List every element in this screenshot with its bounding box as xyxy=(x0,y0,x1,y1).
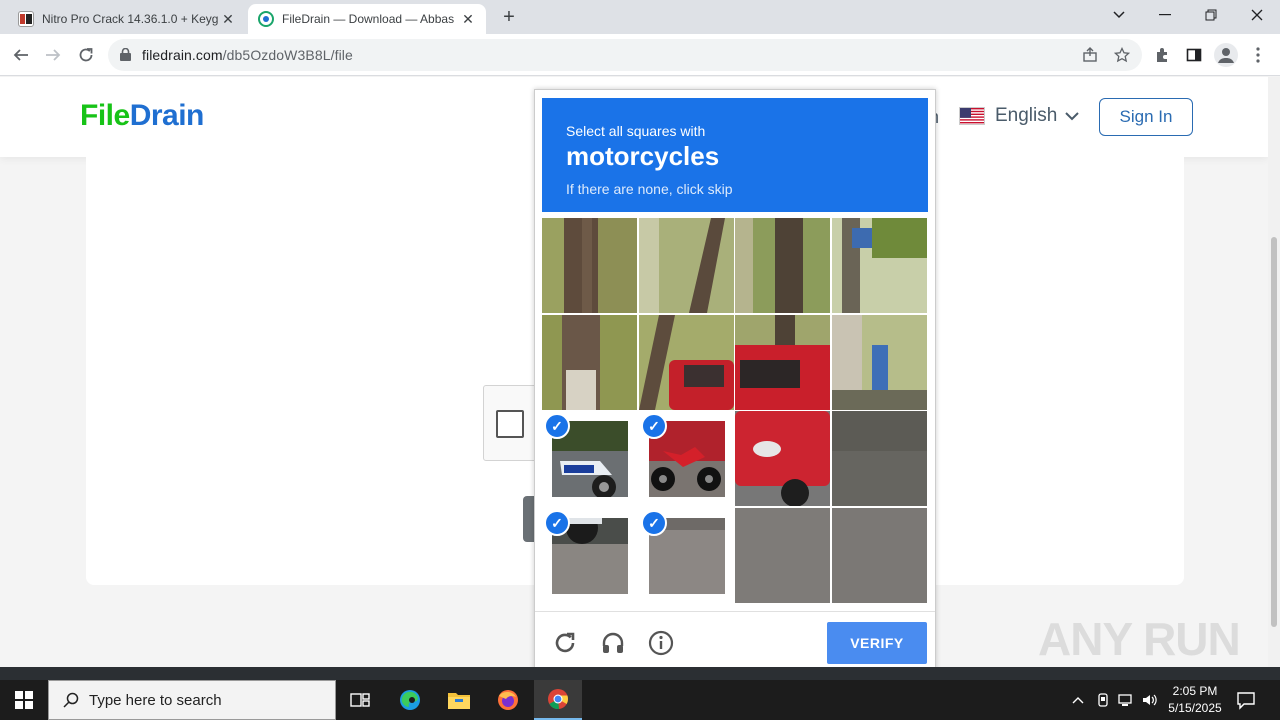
profile-avatar-icon[interactable] xyxy=(1214,43,1238,67)
language-selector[interactable]: English xyxy=(959,105,1080,127)
volume-icon[interactable] xyxy=(1141,691,1159,709)
extensions-icon[interactable] xyxy=(1150,43,1174,67)
tab-filedrain[interactable]: FileDrain — Download — Abbas ✕ xyxy=(248,4,486,34)
target-object-text: motorcycles xyxy=(566,141,720,171)
tab-favicon-icon xyxy=(258,11,274,27)
url-path: /db5OzdoW3B8L/file xyxy=(222,47,353,63)
tray-device-icon[interactable] xyxy=(1094,691,1112,709)
tab-favicon-icon xyxy=(18,11,34,27)
browser-toolbar: filedrain.com/db5OzdoW3B8L/file xyxy=(0,34,1280,76)
anyrun-watermark: ANY RUN xyxy=(1038,613,1241,665)
url-host: filedrain.com xyxy=(142,47,223,63)
filedrain-logo[interactable]: FileDrain xyxy=(80,99,204,133)
verify-button[interactable]: VERIFY xyxy=(827,622,927,664)
logo-part-file: File xyxy=(80,99,130,132)
chrome-icon[interactable] xyxy=(534,680,582,720)
instruction-text: Select all squares with xyxy=(566,123,706,139)
grid-tile[interactable] xyxy=(735,315,830,410)
clock-date: 5/15/2025 xyxy=(1168,701,1222,715)
checkmark-icon: ✓ xyxy=(544,413,570,439)
grid-tile-selected[interactable]: ✓ xyxy=(639,411,734,506)
search-icon xyxy=(63,692,79,708)
search-placeholder: Type here to search xyxy=(89,691,222,709)
notification-icon[interactable] xyxy=(1236,690,1256,710)
tab-strip: Nitro Pro Crack 14.36.1.0 + Keyg ✕ FileD… xyxy=(0,0,1280,34)
reload-icon[interactable] xyxy=(73,42,99,68)
url-text: filedrain.com/db5OzdoW3B8L/file xyxy=(142,47,353,63)
grid-tile[interactable] xyxy=(542,218,637,313)
back-icon[interactable] xyxy=(8,42,34,68)
address-bar[interactable]: filedrain.com/db5OzdoW3B8L/file xyxy=(108,39,1142,71)
checkmark-icon: ✓ xyxy=(641,413,667,439)
windows-logo-icon xyxy=(15,691,33,709)
tab-title: FileDrain — Download — Abbas xyxy=(282,12,455,26)
grid-tile[interactable] xyxy=(735,411,830,506)
captcha-challenge: Select all squares with motorcycles If t… xyxy=(534,89,936,671)
grid-tile-selected[interactable]: ✓ xyxy=(542,508,637,603)
start-button[interactable] xyxy=(0,680,48,720)
system-clock[interactable]: 2:05 PM 5/15/2025 xyxy=(1160,683,1230,717)
skip-hint-text: If there are none, click skip xyxy=(566,181,733,197)
us-flag-icon xyxy=(959,107,985,125)
side-panel-icon[interactable] xyxy=(1182,43,1206,67)
grid-tile-selected[interactable]: ✓ xyxy=(542,411,637,506)
page-bottom-bar xyxy=(0,667,1280,680)
menu-kebab-icon[interactable] xyxy=(1246,43,1270,67)
clock-time: 2:05 PM xyxy=(1172,684,1218,698)
challenge-footer: VERIFY xyxy=(535,611,935,671)
recaptcha-checkbox[interactable] xyxy=(496,410,524,438)
image-grid: ✓ ✓ ✓ ✓ xyxy=(542,218,928,604)
file-explorer-icon[interactable] xyxy=(435,680,483,720)
edge-icon[interactable] xyxy=(386,680,434,720)
minimize-icon[interactable] xyxy=(1142,0,1188,30)
task-view-icon[interactable] xyxy=(336,680,384,720)
challenge-header: Select all squares with motorcycles If t… xyxy=(542,98,928,212)
grid-tile[interactable] xyxy=(639,315,734,410)
taskbar-search[interactable]: Type here to search xyxy=(48,680,336,720)
lock-icon xyxy=(120,48,131,61)
forward-icon[interactable] xyxy=(40,42,66,68)
tab-close-icon[interactable]: ✕ xyxy=(220,11,236,27)
checkmark-icon: ✓ xyxy=(641,510,667,536)
grid-tile[interactable] xyxy=(832,315,927,410)
logo-part-drain: Drain xyxy=(129,99,205,132)
page-scrollbar[interactable] xyxy=(1268,77,1280,667)
audio-challenge-icon[interactable] xyxy=(599,629,627,657)
windows-taskbar: Type here to search 2:05 PM 5/15/2025 xyxy=(0,680,1280,720)
checkmark-icon: ✓ xyxy=(544,510,570,536)
share-icon[interactable] xyxy=(1080,45,1100,65)
new-tab-button[interactable]: + xyxy=(498,6,520,28)
grid-tile[interactable] xyxy=(832,218,927,313)
tab-title: Nitro Pro Crack 14.36.1.0 + Keyg xyxy=(42,12,219,26)
grid-tile[interactable] xyxy=(832,508,927,603)
close-window-icon[interactable] xyxy=(1234,0,1280,30)
scrollbar-thumb[interactable] xyxy=(1271,237,1277,627)
chevron-down-icon xyxy=(1065,108,1080,124)
grid-tile[interactable] xyxy=(735,218,830,313)
bookmark-star-icon[interactable] xyxy=(1112,45,1132,65)
tray-chevron-up-icon[interactable] xyxy=(1069,691,1087,709)
recaptcha-widget xyxy=(483,385,539,461)
reload-challenge-icon[interactable] xyxy=(551,629,579,657)
sign-in-button[interactable]: Sign In xyxy=(1099,98,1193,136)
firefox-icon[interactable] xyxy=(484,680,532,720)
grid-tile[interactable] xyxy=(832,411,927,506)
grid-tile[interactable] xyxy=(735,508,830,603)
info-icon[interactable] xyxy=(647,629,675,657)
grid-tile[interactable] xyxy=(639,218,734,313)
tab-close-icon[interactable]: ✕ xyxy=(460,11,476,27)
restore-icon[interactable] xyxy=(1188,0,1234,30)
network-icon[interactable] xyxy=(1117,691,1135,709)
grid-tile[interactable] xyxy=(542,315,637,410)
grid-tile-selected[interactable]: ✓ xyxy=(639,508,734,603)
tab-search-icon[interactable] xyxy=(1096,0,1142,30)
tab-nitro-crack[interactable]: Nitro Pro Crack 14.36.1.0 + Keyg ✕ xyxy=(8,4,246,34)
language-label: English xyxy=(995,105,1058,126)
